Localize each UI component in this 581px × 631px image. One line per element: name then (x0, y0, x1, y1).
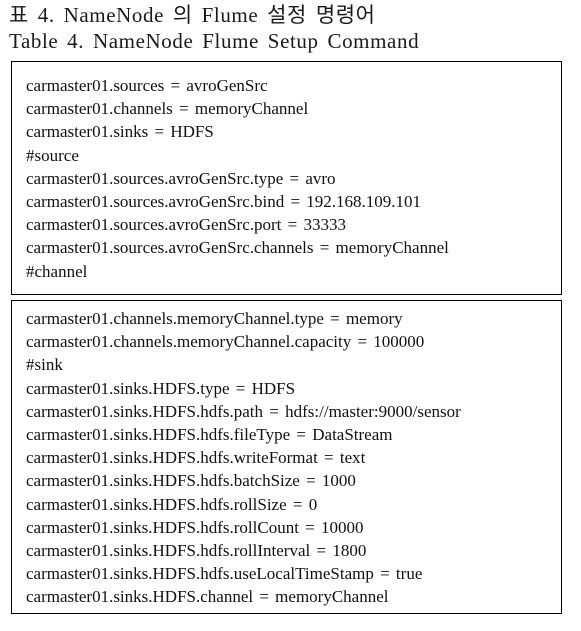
config-line: carmaster01.sinks.HDFS.hdfs.rollSize = 0 (26, 494, 318, 514)
config-line: carmaster01.sinks.HDFS.hdfs.rollInterval… (26, 541, 367, 561)
config-line: carmaster01.sources = avroGenSrc (26, 76, 268, 95)
config-line: carmaster01.sinks.HDFS.hdfs.writeFormat … (26, 448, 366, 468)
table-caption-english: Table 4. NameNode Flume Setup Command (9, 29, 420, 53)
config-line: carmaster01.sinks.HDFS.hdfs.fileType = D… (26, 425, 393, 445)
config-line: carmaster01.sinks.HDFS.type = HDFS (26, 378, 296, 398)
config-line: carmaster01.sources.avroGenSrc.type = av… (26, 168, 336, 188)
config-line: carmaster01.channels = memoryChannel (26, 99, 309, 119)
config-line: carmaster01.sinks.HDFS.hdfs.batchSize = … (26, 471, 356, 491)
config-line: carmaster01.sources.avroGenSrc.port = 33… (26, 215, 346, 235)
config-line: carmaster01.sinks.HDFS.hdfs.rollCount = … (26, 517, 364, 537)
config-line: carmaster01.sources.avroGenSrc.bind = 19… (26, 192, 422, 212)
config-line: carmaster01.sinks.HDFS.hdfs.useLocalTime… (26, 564, 423, 584)
config-line: carmaster01.sinks = HDFS (26, 122, 214, 142)
config-line: carmaster01.sinks.HDFS.hdfs.path = hdfs:… (26, 401, 461, 421)
config-comment: #channel (26, 261, 88, 281)
table-caption-korean: 표 4. NameNode 의 Flume 설정 명령어 (9, 3, 376, 27)
config-comment: #sink (26, 355, 63, 375)
config-line: carmaster01.channels.memoryChannel.type … (26, 309, 403, 328)
config-block-sources-channels: carmaster01.sources = avroGenSrc carmast… (11, 61, 562, 295)
config-line: carmaster01.sinks.HDFS.channel = memoryC… (26, 587, 389, 607)
config-line: carmaster01.sources.avroGenSrc.channels … (26, 238, 449, 258)
config-comment: #source (26, 145, 79, 165)
config-line: carmaster01.channels.memoryChannel.capac… (26, 332, 425, 352)
config-block-channel-sink: carmaster01.channels.memoryChannel.type … (11, 300, 562, 614)
